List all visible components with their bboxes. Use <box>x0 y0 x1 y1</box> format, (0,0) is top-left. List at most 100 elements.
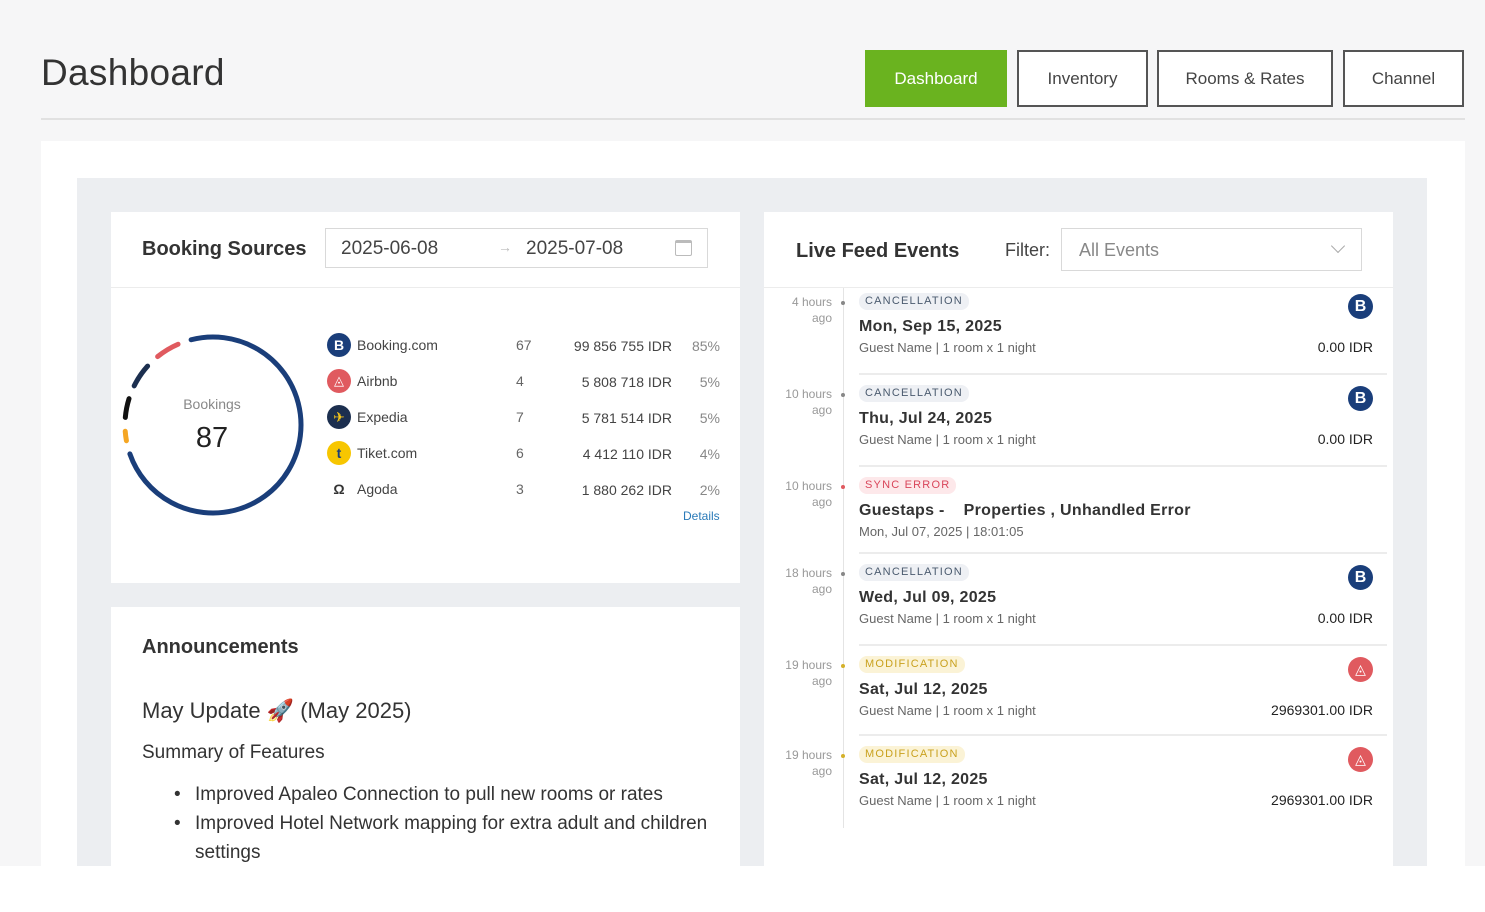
event-amount: 2969301.00 IDR <box>1271 792 1373 808</box>
source-amount: 4 412 110 IDR <box>582 446 672 462</box>
event-time-value: 10 hours <box>785 479 832 493</box>
event-time: 10 hours ago <box>770 478 832 510</box>
booking-source-row: Ω Agoda 3 1 880 262 IDR 2% <box>327 477 727 503</box>
event-title: Guestaps - Properties , Unhandled Error <box>859 502 1191 519</box>
event-time-value: 19 hours <box>785 658 832 672</box>
live-feed-card <box>764 212 1393 866</box>
event-type-badge: CANCELLATION <box>859 564 969 581</box>
page-title: Dashboard <box>41 52 225 93</box>
source-count: 4 <box>516 373 524 389</box>
booking-icon: B <box>1348 386 1373 411</box>
event-time: 19 hours ago <box>770 657 832 689</box>
source-count: 7 <box>516 409 524 425</box>
calendar-icon[interactable] <box>675 240 692 256</box>
date-range-picker[interactable]: 2025-06-08 → 2025-07-08 <box>325 228 708 268</box>
source-percent: 4% <box>699 446 720 462</box>
booking-sources-title: Booking Sources <box>142 238 307 260</box>
booking-icon: B <box>327 333 351 357</box>
event-time-suffix: ago <box>811 582 832 596</box>
event-type-badge: SYNC ERROR <box>859 477 957 494</box>
tiket-icon: t <box>327 441 351 465</box>
live-feed-divider <box>764 287 1393 288</box>
source-name: Expedia <box>357 409 408 425</box>
event-divider <box>859 552 1387 554</box>
timeline-dot <box>841 485 845 489</box>
ring-label: Bookings <box>183 396 241 412</box>
date-from[interactable]: 2025-06-08 <box>341 238 438 260</box>
event-title: Wed, Jul 09, 2025 <box>859 589 997 606</box>
event-divider <box>859 644 1387 646</box>
header-divider <box>41 118 1465 120</box>
source-name: Airbnb <box>357 373 398 389</box>
nav-inventory-button[interactable]: Inventory <box>1017 50 1148 107</box>
source-amount: 99 856 755 IDR <box>573 338 672 354</box>
event-time-suffix: ago <box>811 311 832 325</box>
event-type-badge: MODIFICATION <box>859 656 965 673</box>
source-amount: 5 781 514 IDR <box>581 410 672 426</box>
event-divider <box>859 373 1387 375</box>
booking-source-row: ✈ Expedia 7 5 781 514 IDR 5% <box>327 405 727 431</box>
timeline-dot <box>841 393 845 397</box>
event-subtitle: Guest Name | 1 room x 1 night <box>859 340 1036 355</box>
expedia-icon: ✈ <box>327 405 351 429</box>
event-title: Sat, Jul 12, 2025 <box>859 681 988 698</box>
event-subtitle: Guest Name | 1 room x 1 night <box>859 793 1036 808</box>
airbnb-icon: ◬ <box>1348 657 1373 682</box>
event-subtitle: Guest Name | 1 room x 1 night <box>859 611 1036 626</box>
event-amount: 2969301.00 IDR <box>1271 702 1373 718</box>
source-count: 67 <box>516 337 532 353</box>
event-type-badge: MODIFICATION <box>859 746 965 763</box>
event-title: Thu, Jul 24, 2025 <box>859 410 993 427</box>
event-time-suffix: ago <box>811 495 832 509</box>
event-divider <box>859 465 1387 467</box>
filter-label: Filter: <box>1005 240 1050 260</box>
timeline-line <box>843 288 844 828</box>
list-item: Improved Apaleo Connection to pull new r… <box>174 780 714 809</box>
nav-channel-button[interactable]: Channel <box>1343 50 1464 107</box>
filter-selected-value: All Events <box>1079 240 1160 260</box>
announcement-feature-list: Improved Apaleo Connection to pull new r… <box>174 780 714 867</box>
event-subtitle: Guest Name | 1 room x 1 night <box>859 703 1036 718</box>
event-subtitle: Guest Name | 1 room x 1 night <box>859 432 1036 447</box>
event-time-suffix: ago <box>811 674 832 688</box>
event-time-value: 10 hours <box>785 387 832 401</box>
source-percent: 2% <box>699 482 720 498</box>
source-count: 6 <box>516 445 524 461</box>
booking-source-row: t Tiket.com 6 4 412 110 IDR 4% <box>327 441 727 467</box>
event-time: 10 hours ago <box>770 386 832 418</box>
airbnb-icon: ◬ <box>1348 747 1373 772</box>
event-time-suffix: ago <box>811 764 832 778</box>
list-item: Improved Hotel Network mapping for extra… <box>174 809 714 867</box>
airbnb-icon: ◬ <box>327 369 351 393</box>
nav-dashboard-button[interactable]: Dashboard <box>865 50 1007 107</box>
nav-rooms-rates-button[interactable]: Rooms & Rates <box>1157 50 1333 107</box>
event-amount: 0.00 IDR <box>1317 431 1373 447</box>
details-link[interactable]: Details <box>683 509 720 523</box>
arrow-right-icon: → <box>498 239 512 255</box>
booking-source-row: ◬ Airbnb 4 5 808 718 IDR 5% <box>327 369 727 395</box>
date-to[interactable]: 2025-07-08 <box>526 238 623 260</box>
live-feed-title: Live Feed Events <box>796 240 960 262</box>
event-time-value: 18 hours <box>785 566 832 580</box>
event-time: 18 hours ago <box>770 565 832 597</box>
ring-value: 87 <box>195 422 229 454</box>
event-type-badge: CANCELLATION <box>859 385 969 402</box>
timeline-dot <box>841 301 845 305</box>
announcements-title: Announcements <box>142 636 299 658</box>
booking-source-row: B Booking.com 67 99 856 755 IDR 85% <box>327 333 727 359</box>
timeline-dot <box>841 572 845 576</box>
timeline-dot <box>841 754 845 758</box>
source-percent: 5% <box>699 410 720 426</box>
event-divider <box>859 734 1387 736</box>
event-amount: 0.00 IDR <box>1317 610 1373 626</box>
agoda-icon: Ω <box>327 477 351 501</box>
source-name: Agoda <box>357 481 398 497</box>
chevron-down-icon <box>1330 238 1346 254</box>
event-time: 4 hours ago <box>770 294 832 326</box>
event-filter-select[interactable]: All Events <box>1061 228 1362 271</box>
source-percent: 85% <box>691 338 720 354</box>
event-title: Sat, Jul 12, 2025 <box>859 771 988 788</box>
event-time-value: 4 hours <box>791 295 832 309</box>
page-background: Dashboard Dashboard Inventory Rooms & Ra… <box>0 0 1485 866</box>
event-amount: 0.00 IDR <box>1317 339 1373 355</box>
